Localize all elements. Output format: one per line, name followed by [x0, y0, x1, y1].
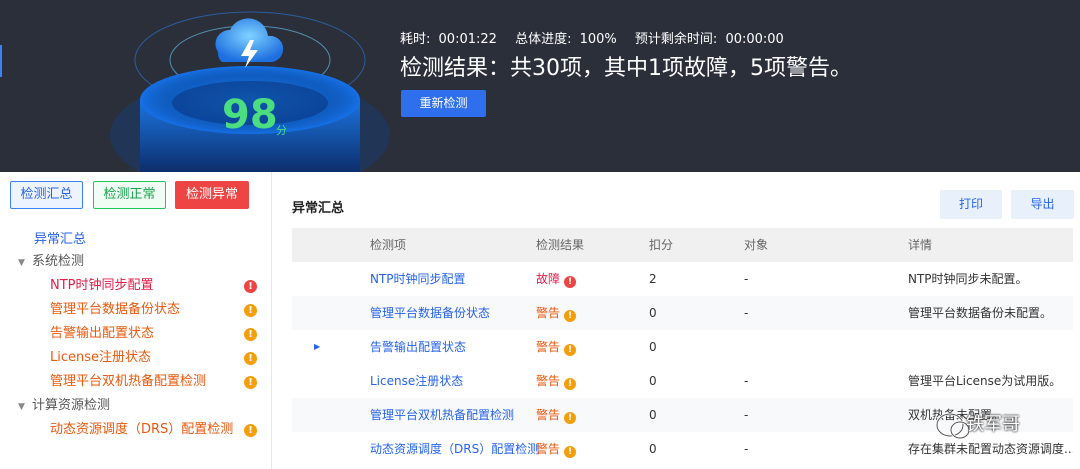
deduction-cell: 0: [649, 306, 657, 320]
detail-cell: NTP时钟同步未配置。: [908, 272, 1028, 286]
filter-abnormal-button[interactable]: 检测异常: [175, 181, 249, 209]
filter-summary-button[interactable]: 检测汇总: [10, 181, 83, 209]
object-cell: -: [744, 272, 749, 286]
table-header: 检测项 检测结果 扣分 对象 详情: [292, 228, 1073, 262]
warning-icon: !: [564, 310, 577, 322]
detail-cell: 管理平台数据备份未配置。: [908, 306, 1053, 320]
tree-item-backup[interactable]: 管理平台数据备份状态: [50, 300, 180, 320]
header-edge-marker: [0, 45, 2, 77]
col-detail: 详情: [908, 238, 933, 252]
check-item-link[interactable]: 管理平台双机热备配置检测: [370, 398, 514, 432]
check-item-link[interactable]: 动态资源调度（DRS）配置检测: [370, 432, 539, 466]
watermark-text: 铁军哥: [966, 414, 1020, 435]
result-cell: 警告!: [536, 296, 577, 330]
warning-icon: !: [564, 412, 577, 424]
remaining-value: 00:00:00: [725, 32, 784, 47]
check-item-link[interactable]: NTP时钟同步配置: [370, 262, 466, 296]
filter-normal-button[interactable]: 检测正常: [93, 181, 166, 209]
deduction-cell: 0: [649, 442, 657, 456]
deduction-cell: 2: [649, 272, 657, 286]
elapsed-value: 00:01:22: [438, 32, 497, 47]
result-text: 警告: [536, 340, 561, 354]
score-illustration: [110, 11, 390, 172]
deduction-cell: 0: [649, 374, 657, 388]
elapsed-label: 耗时:: [400, 32, 431, 47]
table-row[interactable]: 管理平台数据备份状态 警告! 0 - 管理平台数据备份未配置。: [292, 296, 1073, 330]
caret-down-icon[interactable]: ▼: [18, 253, 32, 273]
deduction-cell: 0: [649, 408, 657, 422]
tree-item-license[interactable]: License注册状态: [50, 348, 151, 368]
warning-icon: !: [564, 378, 577, 390]
result-text: 警告: [536, 442, 561, 456]
warning-icon: !: [564, 446, 577, 458]
expand-arrow-icon[interactable]: ▶: [314, 330, 320, 364]
page-title: 异常汇总: [292, 201, 345, 216]
tree-group-compute[interactable]: ▼ 计算资源检测: [18, 396, 110, 416]
result-text: 警告: [536, 306, 561, 320]
warning-icon: !: [244, 424, 257, 437]
fault-icon: !: [244, 280, 257, 293]
export-button[interactable]: 导出: [1011, 190, 1074, 219]
result-text: 警告: [536, 408, 561, 422]
result-cell: 警告!: [536, 364, 577, 398]
tree-item-ntp[interactable]: NTP时钟同步配置: [50, 276, 154, 296]
warning-icon: !: [244, 352, 257, 365]
progress-value: 100%: [579, 32, 617, 47]
tree-group-system[interactable]: ▼ 系统检测: [18, 252, 84, 272]
health-score: 98: [222, 92, 278, 138]
detail-cell: 管理平台License为试用版。: [908, 374, 1062, 388]
warning-icon: !: [564, 344, 577, 356]
sidebar: 检测汇总 检测正常 检测异常 异常汇总 ▼ 系统检测 NTP时钟同步配置 ! 管理…: [0, 172, 272, 469]
tree-item-ha[interactable]: 管理平台双机热备配置检测: [50, 372, 206, 392]
check-header: 98 分 耗时: 00:01:22 总体进度: 100% 预计剩余时间: 00:…: [0, 0, 1080, 172]
result-cell: 警告!: [536, 330, 577, 364]
result-text: 故障: [536, 272, 561, 286]
tree-item-drs[interactable]: 动态资源调度（DRS）配置检测: [50, 420, 233, 440]
col-deduction: 扣分: [649, 238, 674, 252]
result-cell: 警告!: [536, 432, 577, 466]
print-button[interactable]: 打印: [940, 190, 1002, 219]
col-result: 检测结果: [536, 238, 585, 252]
recheck-button[interactable]: 重新检测: [401, 90, 486, 117]
tree-summary-link[interactable]: 异常汇总: [34, 230, 86, 250]
tree-item-alarm-output[interactable]: 告警输出配置状态: [50, 324, 154, 344]
table-row[interactable]: License注册状态 警告! 0 - 管理平台License为试用版。: [292, 364, 1073, 398]
warning-icon: !: [244, 328, 257, 341]
check-item-link[interactable]: License注册状态: [370, 364, 463, 398]
result-summary: 检测结果：共30项，其中1项故障，5项警告。: [400, 56, 852, 81]
table-row[interactable]: ▶ 告警输出配置状态 警告! 0: [292, 330, 1073, 364]
warning-icon: !: [244, 376, 257, 389]
tree-group-label: 计算资源检测: [32, 398, 111, 413]
object-cell: -: [744, 408, 749, 422]
warning-icon: !: [244, 304, 257, 317]
tree-group-label: 系统检测: [32, 254, 85, 269]
check-item-link[interactable]: 告警输出配置状态: [370, 330, 466, 364]
caret-down-icon[interactable]: ▼: [18, 397, 32, 417]
check-item-link[interactable]: 管理平台数据备份状态: [370, 296, 490, 330]
progress-stats: 耗时: 00:01:22 总体进度: 100% 预计剩余时间: 00:00:00: [400, 28, 798, 47]
remaining-label: 预计剩余时间:: [634, 32, 718, 47]
object-cell: -: [744, 306, 749, 320]
progress-label: 总体进度:: [515, 32, 572, 47]
table-row[interactable]: NTP时钟同步配置 故障! 2 - NTP时钟同步未配置。: [292, 262, 1073, 296]
object-cell: -: [744, 442, 749, 456]
fault-icon: !: [564, 276, 577, 288]
object-cell: -: [744, 374, 749, 388]
result-text: 警告: [536, 374, 561, 388]
result-cell: 警告!: [536, 398, 577, 432]
health-score-unit: 分: [276, 124, 287, 137]
deduction-cell: 0: [649, 340, 657, 354]
result-cell: 故障!: [536, 262, 577, 296]
col-check-item: 检测项: [370, 238, 407, 252]
col-object: 对象: [744, 238, 769, 252]
